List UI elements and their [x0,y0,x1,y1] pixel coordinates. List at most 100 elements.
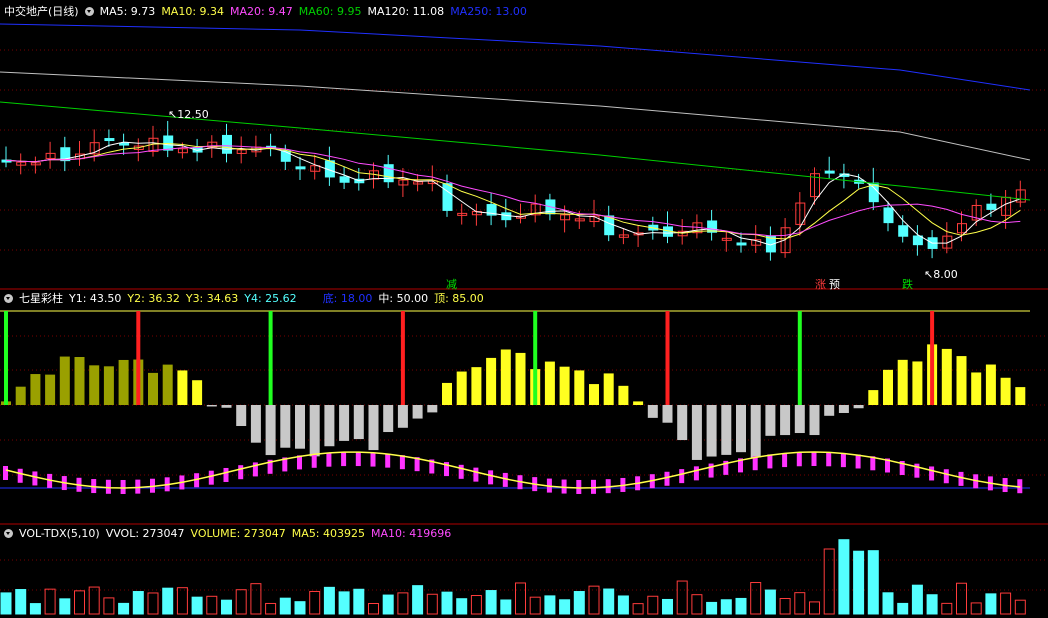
qixing-magenta-bar [840,453,846,468]
volume-bar [118,602,130,615]
qixing-bar [589,384,599,405]
kline-chart-canvas[interactable] [0,0,1048,618]
candlestick [898,225,909,237]
volume-bar [412,585,424,615]
qixing-magenta-bar [385,453,391,468]
qixing-signal-bar [400,311,405,405]
volume-bar [970,602,982,615]
qixing-magenta-bar [355,452,361,467]
qixing-bar [324,405,335,447]
qixing-bar [941,348,952,405]
qixing-bar [809,405,820,436]
qixing-bar [412,405,423,419]
qixing-magenta-bar [488,470,494,485]
qixing-magenta-bar [693,466,699,481]
qixing-magenta-bar [32,471,38,486]
qixing-bar [486,357,497,405]
ma20-line [5,145,1021,237]
volume-bar [265,602,277,615]
volume-bar [397,592,409,615]
qixing-bar [544,361,555,405]
volume-bar [353,588,365,615]
qixing-bar [295,405,305,449]
qixing-magenta-bar [767,454,773,469]
qixing-magenta-bar [664,471,670,486]
volume-bar [882,592,894,615]
qixing-bar [59,356,70,405]
qixing-bar [89,365,100,405]
volume-bar [779,598,791,615]
qixing-bar [515,352,526,405]
qixing-bar [368,405,379,451]
qixing-signal-bar [533,311,538,405]
volume-bar [74,590,85,615]
qixing-magenta-bar [105,479,111,494]
volume-bar [132,591,144,615]
volume-bar [515,582,526,615]
volume-bar [441,591,453,615]
high-price-label: ↖12.50 [168,108,209,121]
qixing-magenta-bar [341,452,347,467]
qixing-magenta-bar [223,467,229,482]
qixing-signal-bar [136,311,141,405]
volume-bar [382,594,394,615]
qixing-magenta-bar [370,452,376,467]
volume-bar [221,599,232,615]
volume-bar [206,595,218,615]
ma10-line [5,142,1021,240]
low-price-label: ↖8.00 [924,268,958,281]
qixing-bar [103,366,114,405]
qixing-bar [1015,387,1026,405]
volume-bar [897,602,909,615]
volume-bar [588,585,600,615]
qixing-bar [456,371,467,405]
low-price-value: 8.00 [933,268,958,281]
volume-bar [88,586,100,615]
qixing-magenta-bar [135,479,141,494]
qixing-bar [971,372,982,405]
qixing-bar [647,405,658,418]
qixing-magenta-bar [311,453,317,468]
qixing-signal-bar [268,311,273,405]
qixing-bar [794,405,805,434]
volume-bar [647,595,659,615]
qixing-magenta-bar [458,464,464,479]
qixing-bar [74,356,85,405]
volume-bar [426,593,438,615]
qixing-magenta-bar [326,452,332,467]
volume-bar [985,593,997,615]
qixing-bar [30,374,41,405]
volume-bar [706,601,718,615]
volume-bar [176,587,188,615]
volume-bar [691,594,703,615]
qixing-magenta-bar [679,469,685,484]
qixing-bar [985,364,996,405]
volume-bar [147,592,159,615]
qixing-bar [618,385,629,405]
qixing-bar [471,367,482,405]
volume-bar [853,550,865,615]
volume-bar [838,539,850,615]
candlestick [986,203,997,210]
qixing-magenta-bar [591,479,596,494]
qixing-bar [309,405,320,457]
qixing-magenta-bar [796,452,802,467]
volume-bar [44,588,56,615]
qixing-magenta-bar [502,472,508,487]
qixing-bar [206,405,217,407]
qixing-bar [162,364,173,405]
qixing-bar [383,405,394,433]
qixing-bar [956,356,967,405]
volume-bar [823,548,835,615]
volume-bar [676,580,688,615]
qixing-magenta-bar [208,470,214,485]
volume-bar [500,599,512,615]
qixing-bar [177,370,188,405]
candlestick [883,207,894,224]
candlestick [295,166,306,170]
volume-bar [764,589,776,615]
qixing-bar [397,405,408,428]
qixing-bar [868,390,879,405]
volume-bar [1000,592,1012,615]
qixing-magenta-bar [120,479,126,494]
